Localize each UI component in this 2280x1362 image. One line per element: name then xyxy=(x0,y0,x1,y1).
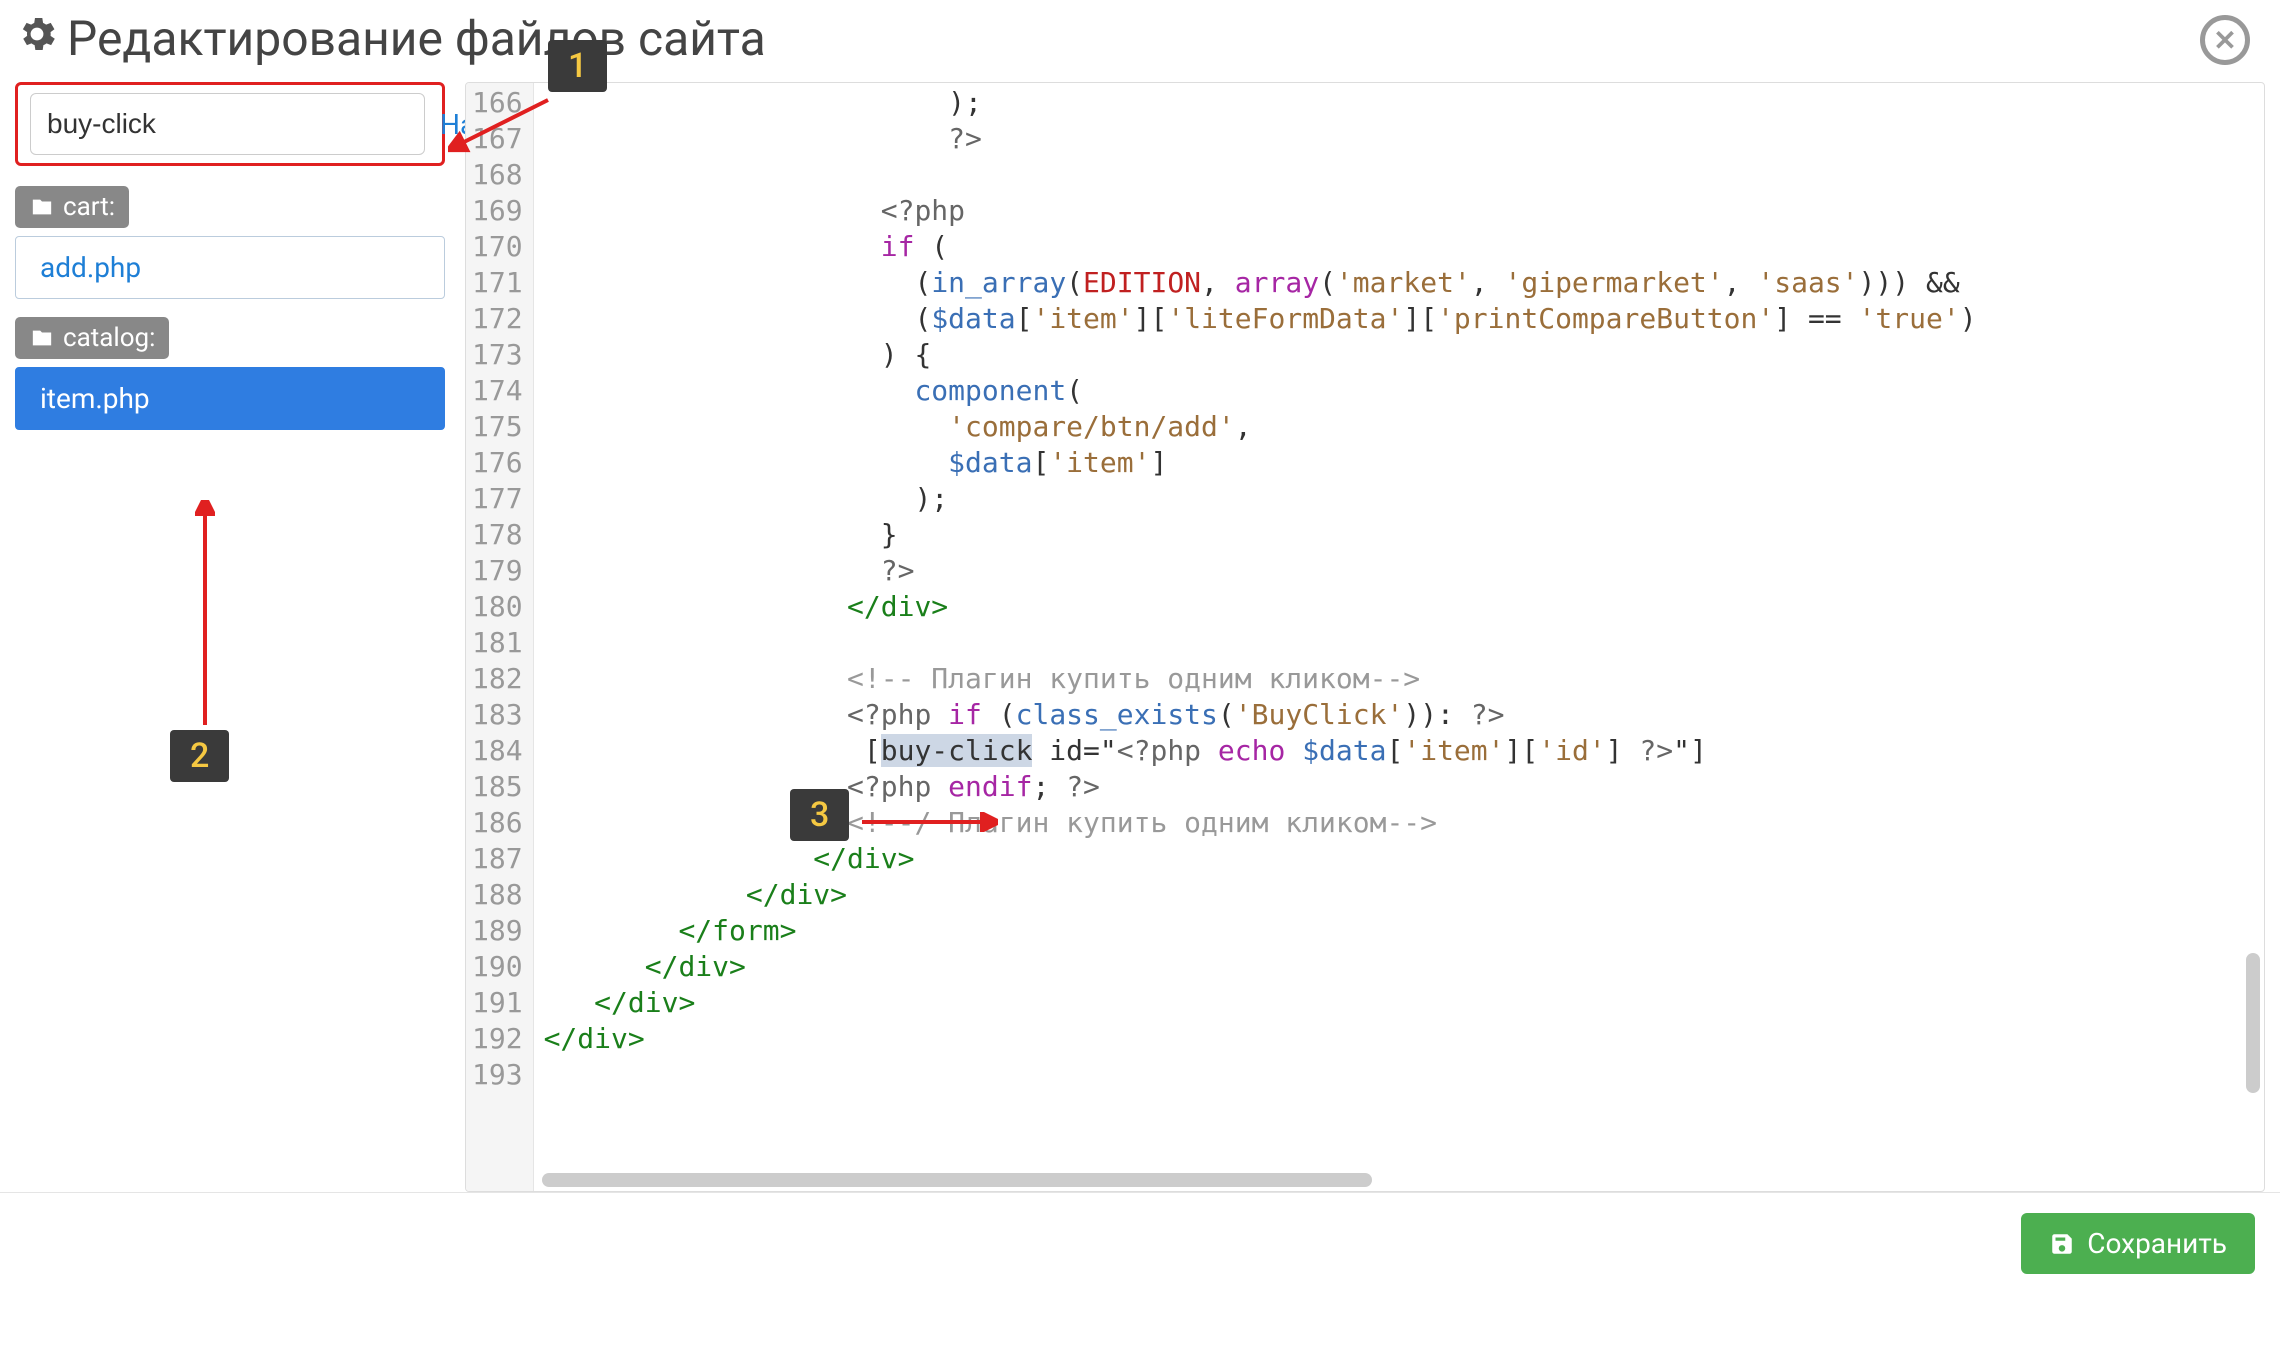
folder-group-catalog: catalog: item.php xyxy=(15,317,445,430)
file-item-item-php[interactable]: item.php xyxy=(15,367,445,430)
save-icon xyxy=(2049,1231,2075,1257)
folder-group-cart: cart: add.php xyxy=(15,186,445,299)
arrow-1 xyxy=(448,90,558,160)
file-sidebar: Найти cart: add.php catalog: item.php xyxy=(15,82,445,1192)
line-gutter: 1661671681691701711721731741751761771781… xyxy=(466,83,534,1191)
gears-icon xyxy=(15,12,59,66)
close-icon: ✕ xyxy=(2213,24,2236,57)
save-label: Сохранить xyxy=(2087,1227,2227,1260)
file-item-add-php[interactable]: add.php xyxy=(15,236,445,299)
horizontal-scrollbar[interactable] xyxy=(542,1173,1372,1187)
code-area[interactable]: ); ?> <?php if ( (in_array(EDITION, arra… xyxy=(534,83,2264,1191)
folder-label: catalog: xyxy=(63,323,155,353)
code-editor[interactable]: 1661671681691701711721731741751761771781… xyxy=(465,82,2265,1192)
search-input[interactable] xyxy=(30,93,425,155)
vertical-scrollbar[interactable] xyxy=(2246,953,2260,1093)
folder-icon xyxy=(29,196,55,218)
folder-badge[interactable]: catalog: xyxy=(15,317,169,359)
folder-badge[interactable]: cart: xyxy=(15,186,129,228)
dialog-header: Редактирование файлов сайта ✕ xyxy=(0,0,2280,82)
annotation-2: 2 xyxy=(170,730,229,782)
save-button[interactable]: Сохранить xyxy=(2021,1213,2255,1274)
folder-icon xyxy=(29,327,55,349)
annotation-1: 1 xyxy=(548,40,607,92)
dialog-footer: Сохранить xyxy=(0,1192,2280,1294)
search-row: Найти xyxy=(15,82,445,166)
annotation-3: 3 xyxy=(790,789,849,841)
arrow-2 xyxy=(195,500,215,730)
arrow-3 xyxy=(858,812,998,832)
close-button[interactable]: ✕ xyxy=(2200,15,2250,65)
folder-label: cart: xyxy=(63,192,115,222)
page-title: Редактирование файлов сайта xyxy=(67,10,766,67)
